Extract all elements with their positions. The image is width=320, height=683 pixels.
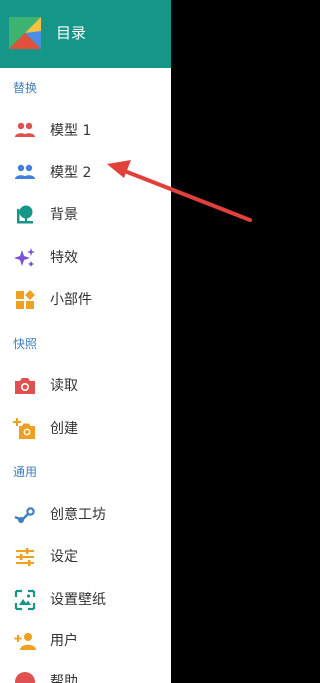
people-icon <box>13 161 37 185</box>
menu-item-label: 模型 2 <box>50 165 92 181</box>
menu-item-effects[interactable]: 特效 <box>0 239 171 277</box>
tune-icon <box>13 545 37 569</box>
section-header-replace: 替换 <box>13 81 38 95</box>
menu-item-settings[interactable]: 设定 <box>0 538 171 576</box>
menu-item-label: 创建 <box>50 421 78 437</box>
drawer-title: 目录 <box>56 24 87 42</box>
menu-item-workshop[interactable]: 创意工坊 <box>0 496 171 534</box>
steam-icon <box>13 503 37 527</box>
menu-item-user[interactable]: 用户 <box>0 622 171 660</box>
people-icon <box>13 119 37 143</box>
section-header-snapshot: 快照 <box>13 337 38 351</box>
camera-icon <box>13 374 37 398</box>
menu-item-widgets[interactable]: 小部件 <box>0 281 171 319</box>
menu-item-label: 用户 <box>50 633 78 649</box>
menu-item-create[interactable]: 创建 <box>0 410 171 448</box>
menu-item-label: 小部件 <box>50 292 92 308</box>
menu-item-set-wallpaper[interactable]: 设置壁纸 <box>0 581 171 619</box>
menu-item-label: 背景 <box>50 207 78 223</box>
menu-item-label: 帮助 <box>50 674 78 683</box>
menu-item-help[interactable]: 帮助 <box>0 663 171 683</box>
menu-item-label: 创意工坊 <box>50 507 106 523</box>
wallpaper-icon <box>13 588 37 612</box>
tree-icon <box>13 203 37 227</box>
menu-item-label: 模型 1 <box>50 123 92 139</box>
widgets-icon <box>13 288 37 312</box>
menu-item-background[interactable]: 背景 <box>0 196 171 234</box>
menu-item-label: 设置壁纸 <box>50 592 106 608</box>
section-header-general: 通用 <box>13 465 38 479</box>
menu-item-read[interactable]: 读取 <box>0 367 171 405</box>
menu-item-model-2[interactable]: 模型 2 <box>0 154 171 192</box>
app-logo <box>9 17 41 49</box>
add-user-icon <box>13 629 37 653</box>
menu-item-model-1[interactable]: 模型 1 <box>0 112 171 150</box>
menu-item-label: 设定 <box>50 549 78 565</box>
drawer-header: 目录 <box>0 0 171 68</box>
menu-item-label: 读取 <box>50 378 78 394</box>
navigation-drawer: 目录 替换 模型 1 模型 2 背景 特效 小部件 快照 读取 创建 通用 创意… <box>0 0 171 683</box>
add-camera-icon <box>13 417 37 441</box>
menu-item-label: 特效 <box>50 250 78 266</box>
sparkle-icon <box>13 246 37 270</box>
help-icon <box>13 670 37 683</box>
